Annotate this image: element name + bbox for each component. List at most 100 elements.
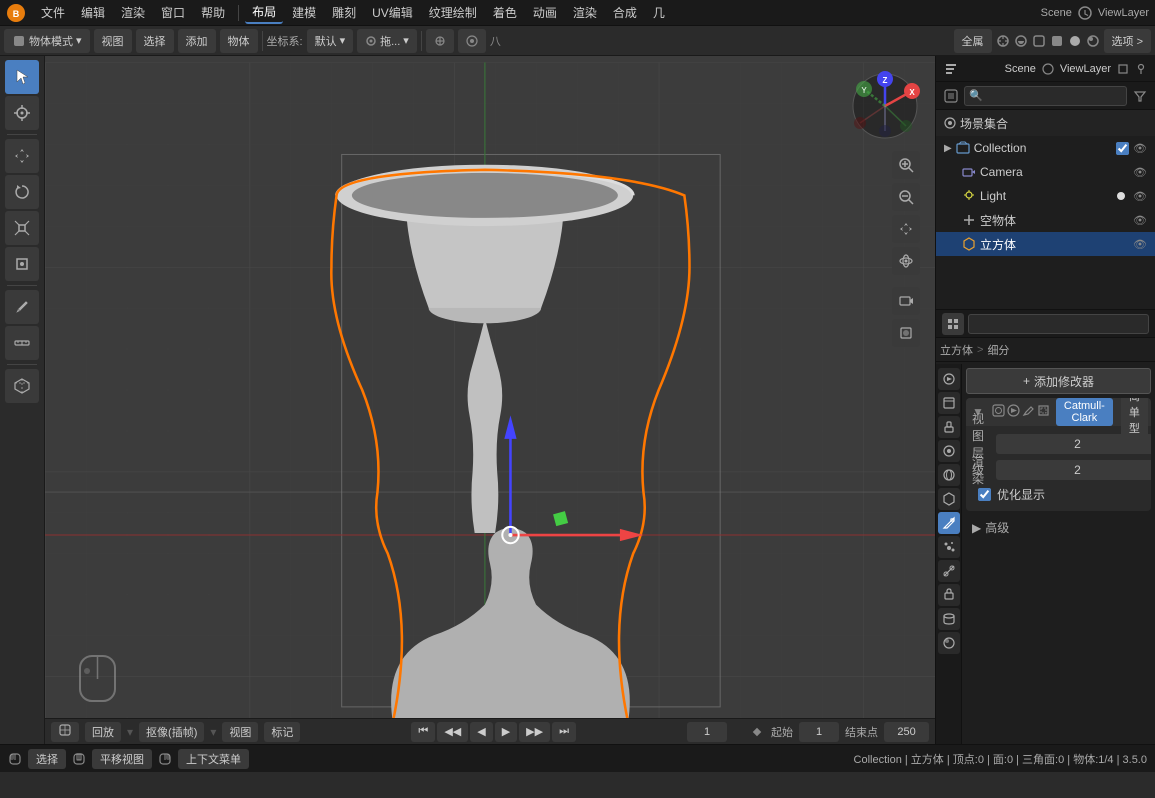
modifier-simple-button[interactable]: 简单型 xyxy=(1121,398,1148,438)
menu-layout[interactable]: 布局 xyxy=(245,1,283,24)
menu-texture[interactable]: 纹理绘制 xyxy=(422,2,484,23)
viewport[interactable]: 用户透视图 (1) Collection | 立方体 xyxy=(45,56,935,744)
view-type-button[interactable] xyxy=(51,722,79,742)
data-tab[interactable] xyxy=(938,608,960,630)
camera-eye-icon[interactable]: 👁 xyxy=(1133,166,1147,179)
view-layer-tab[interactable] xyxy=(938,416,960,438)
jump-start-button[interactable]: ⏮ xyxy=(411,722,435,742)
modifier-name-button[interactable]: Catmull-Clark xyxy=(1056,398,1113,426)
mod-edit-icon[interactable] xyxy=(1022,404,1035,420)
nav-gizmo[interactable]: Z X Y xyxy=(850,71,920,141)
playback-button[interactable]: 回放 xyxy=(85,722,121,742)
pan-status-button[interactable]: 平移视图 xyxy=(92,749,152,769)
menu-file[interactable]: 文件 xyxy=(34,2,72,23)
add-cube-tool[interactable] xyxy=(5,369,39,403)
menu-edit[interactable]: 编辑 xyxy=(74,2,112,23)
menu-sculpting[interactable]: 雕刻 xyxy=(325,2,363,23)
add-modifier-button[interactable]: + 添加修改器 xyxy=(966,368,1151,394)
light-eye-icon[interactable]: 👁 xyxy=(1133,190,1147,203)
zoom-in-button[interactable] xyxy=(892,151,920,179)
material-tab[interactable] xyxy=(938,632,960,654)
modifier-tab active[interactable] xyxy=(938,512,960,534)
outliner-search[interactable] xyxy=(964,86,1127,106)
marker-button[interactable]: 标记 xyxy=(264,722,300,742)
object-tab[interactable] xyxy=(938,488,960,510)
coord-system[interactable]: 默认 ▾ xyxy=(307,29,354,53)
optimize-checkbox[interactable] xyxy=(978,488,991,501)
start-frame-input[interactable]: 1 xyxy=(799,722,839,742)
menu-render[interactable]: 渲染 xyxy=(114,2,152,23)
play-button[interactable]: ▶ xyxy=(495,722,517,742)
view-button[interactable]: 视图 xyxy=(222,722,258,742)
collection-icon xyxy=(956,141,970,155)
output-tab[interactable] xyxy=(938,392,960,414)
menu-shading[interactable]: 着色 xyxy=(486,2,524,23)
scale-tool[interactable] xyxy=(5,211,39,245)
pivot-center[interactable]: 拖... ▾ xyxy=(357,29,417,53)
frame-all-button[interactable] xyxy=(892,319,920,347)
cursor-tool[interactable] xyxy=(5,96,39,130)
menu-help[interactable]: 帮助 xyxy=(194,2,232,23)
current-frame-input[interactable]: 1 xyxy=(687,722,727,742)
menu-geometry[interactable]: 几 xyxy=(646,2,672,23)
mode-selector[interactable]: 物体模式 ▾ xyxy=(4,29,90,53)
prev-keyframe-button[interactable]: ◀ xyxy=(470,722,492,742)
end-frame-input[interactable]: 250 xyxy=(884,722,929,742)
outliner-item-empty[interactable]: 空物体 👁 xyxy=(936,208,1155,232)
move-tool[interactable] xyxy=(5,139,39,173)
scene-tab[interactable] xyxy=(938,440,960,462)
viewport-level-input[interactable]: 2 xyxy=(996,434,1151,454)
select-menu[interactable]: 选择 xyxy=(136,29,174,53)
properties-search[interactable] xyxy=(968,314,1149,334)
cube-eye-icon[interactable]: 👁 xyxy=(1133,238,1147,251)
particles-tab[interactable] xyxy=(938,536,960,558)
render-level-input[interactable]: 2 xyxy=(996,460,1151,480)
next-keyframe-button[interactable]: ▶▶ xyxy=(519,722,550,742)
mod-realtime-icon[interactable] xyxy=(992,404,1005,420)
menu-compositing[interactable]: 合成 xyxy=(606,2,644,23)
measure-tool[interactable] xyxy=(5,326,39,360)
context-status-button[interactable]: 上下文菜单 xyxy=(178,749,249,769)
prev-frame-button[interactable]: ◀◀ xyxy=(437,722,468,742)
menu-modeling[interactable]: 建模 xyxy=(285,2,323,23)
collection-eye-icon[interactable]: 👁 xyxy=(1133,142,1147,155)
mod-render-icon[interactable] xyxy=(1007,404,1020,420)
keying-button[interactable]: 抠像(插帧) xyxy=(139,722,204,742)
world-tab[interactable] xyxy=(938,464,960,486)
pan-button[interactable] xyxy=(892,215,920,243)
menu-window[interactable]: 窗口 xyxy=(154,2,192,23)
all-button[interactable]: 全属 xyxy=(954,29,992,53)
select-tool[interactable] xyxy=(5,60,39,94)
options-button[interactable]: 选项 > xyxy=(1104,29,1151,53)
menu-uv[interactable]: UV编辑 xyxy=(365,2,420,23)
select-status-button[interactable]: 选择 xyxy=(28,749,66,769)
menu-animation[interactable]: 动画 xyxy=(526,2,564,23)
properties-nav-btn[interactable] xyxy=(942,313,964,335)
modifier-tab-icon xyxy=(942,516,956,530)
outliner-item-cube[interactable]: 立方体 👁 xyxy=(936,232,1155,256)
mod-cage-icon[interactable] xyxy=(1037,404,1050,420)
collection-checkbox[interactable] xyxy=(1116,142,1129,155)
menu-render2[interactable]: 渲染 xyxy=(566,2,604,23)
rotate-tool[interactable] xyxy=(5,175,39,209)
proportional-edit[interactable] xyxy=(458,29,486,53)
camera-view-button[interactable] xyxy=(892,287,920,315)
outliner-item-collection[interactable]: ▶ Collection 👁 xyxy=(936,136,1155,160)
outliner-item-camera[interactable]: Camera 👁 xyxy=(936,160,1155,184)
advanced-section[interactable]: ▶ 高级 xyxy=(966,515,1151,540)
jump-end-button[interactable]: ⏭ xyxy=(552,722,576,742)
orbit-button[interactable] xyxy=(892,247,920,275)
view-menu[interactable]: 视图 xyxy=(94,29,132,53)
object-menu[interactable]: 物体 xyxy=(220,29,258,53)
constraints-tab[interactable] xyxy=(938,584,960,606)
render-tab[interactable] xyxy=(938,368,960,390)
snap-toggle[interactable] xyxy=(426,29,454,53)
zoom-out-button[interactable] xyxy=(892,183,920,211)
annotate-tool[interactable] xyxy=(5,290,39,324)
outliner-item-light[interactable]: Light 👁 xyxy=(936,184,1155,208)
transform-tool[interactable] xyxy=(5,247,39,281)
empty-eye-icon[interactable]: 👁 xyxy=(1133,214,1147,227)
scene-collection-header[interactable]: 场景集合 xyxy=(936,110,1155,136)
add-menu[interactable]: 添加 xyxy=(178,29,216,53)
physics-tab[interactable] xyxy=(938,560,960,582)
